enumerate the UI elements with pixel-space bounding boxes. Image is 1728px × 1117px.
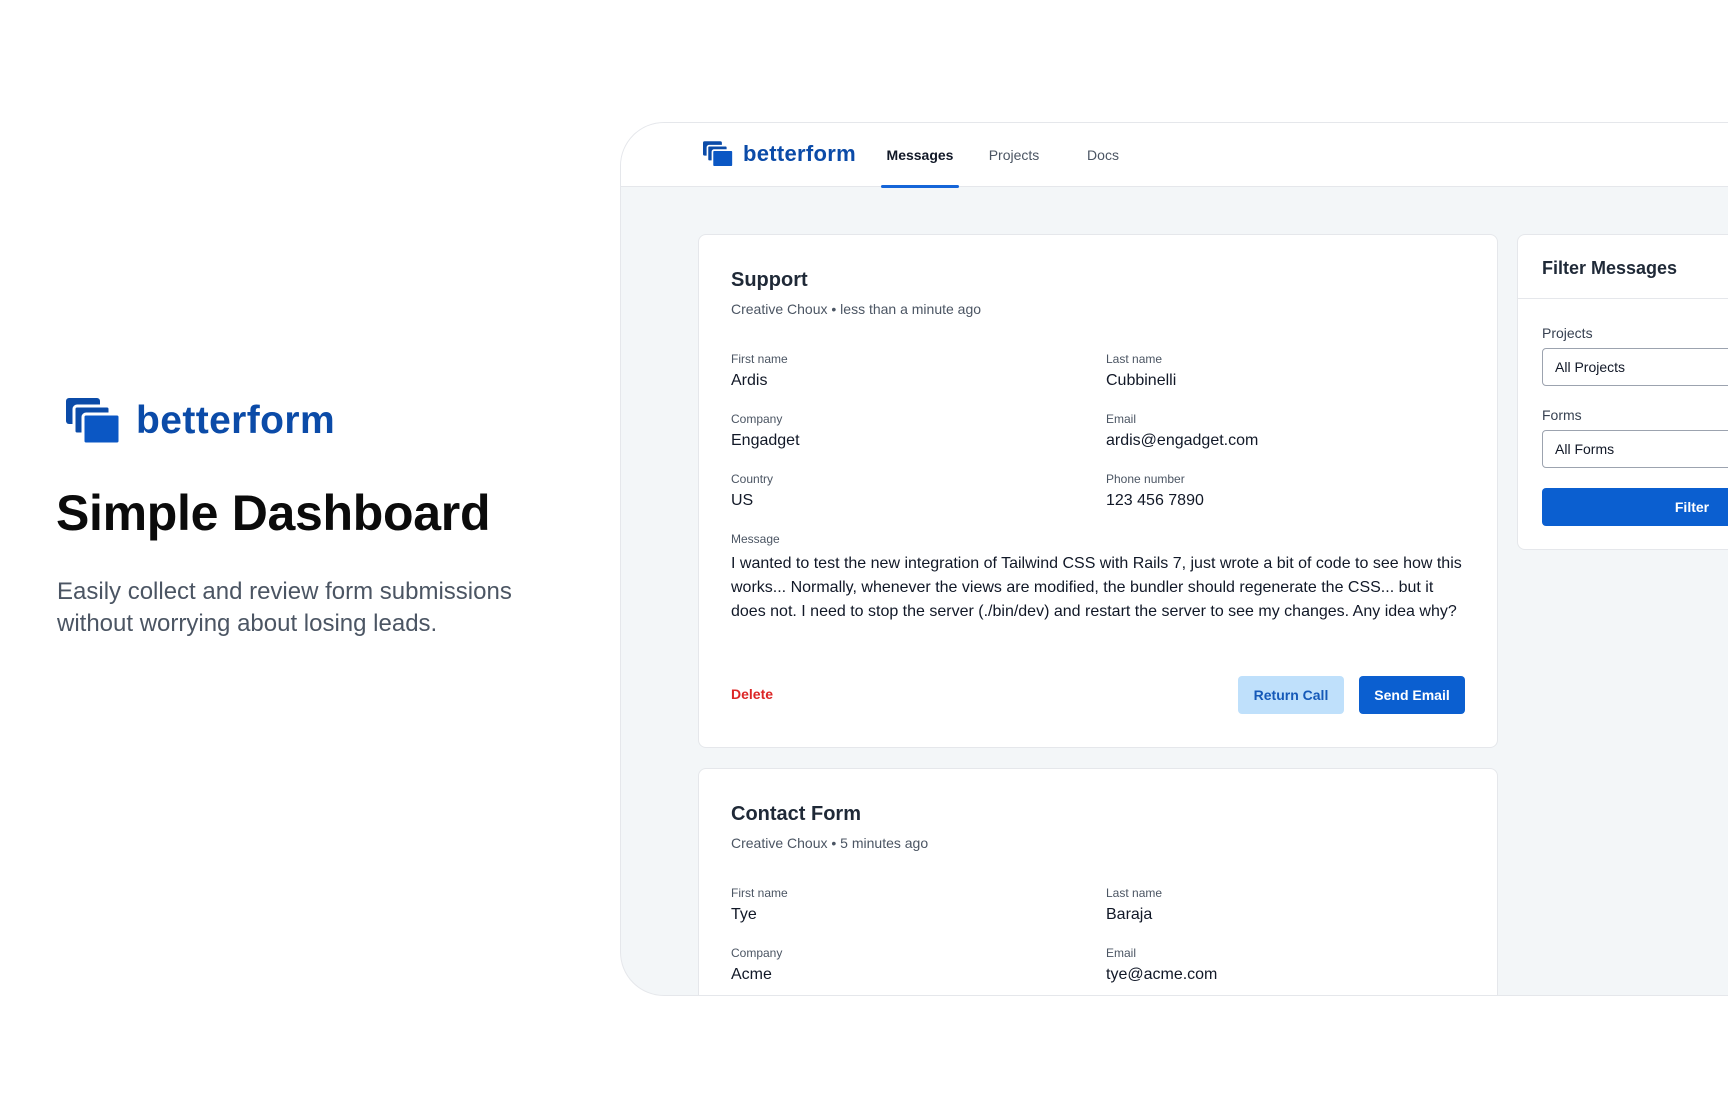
field-value: Cubbinelli	[1106, 372, 1177, 389]
message-meta: Creative Choux • less than a minute ago	[731, 301, 982, 317]
field-value: Tye	[731, 906, 757, 923]
forms-select-value: All Forms	[1555, 441, 1615, 457]
message-card: Contact Form Creative Choux • 5 minutes …	[698, 768, 1498, 995]
projects-select[interactable]: All Projects	[1542, 348, 1728, 386]
field-country: Country US	[731, 472, 773, 510]
projects-select-value: All Projects	[1555, 359, 1626, 375]
field-label: Email	[1106, 412, 1137, 426]
betterform-logo-icon	[66, 398, 120, 444]
projects-label: Projects	[1542, 325, 1593, 341]
message-meta: Creative Choux • 5 minutes ago	[731, 835, 929, 851]
filter-panel: Filter Messages Projects All Projects Fo…	[1517, 234, 1728, 550]
hero-logo: betterform	[66, 398, 335, 444]
field-label: Company	[731, 412, 783, 426]
field-label: First name	[731, 352, 788, 366]
filter-title: Filter Messages	[1518, 235, 1728, 299]
top-navigation: betterform Messages Projects Docs	[621, 123, 1728, 188]
field-label: Country	[731, 472, 774, 486]
forms-label: Forms	[1542, 407, 1582, 423]
field-email: Email tye@acme.com	[1106, 946, 1217, 984]
field-value: Engadget	[731, 432, 800, 449]
field-value: Baraja	[1106, 906, 1153, 923]
field-company: Company Engadget	[731, 412, 800, 450]
field-label: Message	[731, 532, 780, 546]
field-value: US	[731, 492, 754, 509]
message-title: Contact Form	[731, 803, 861, 825]
hero-title: Simple Dashboard	[56, 485, 491, 541]
tab-messages[interactable]: Messages	[881, 123, 959, 188]
field-label: First name	[731, 886, 788, 900]
message-card: Support Creative Choux • less than a min…	[698, 234, 1498, 748]
hero-brand-name: betterform	[136, 399, 336, 442]
betterform-logo-icon	[703, 141, 733, 167]
field-first-name: First name Ardis	[731, 352, 788, 390]
field-label: Phone number	[1106, 472, 1185, 486]
hero-subtitle: Easily collect and review form submissio…	[57, 578, 512, 637]
field-value: 123 456 7890	[1106, 492, 1204, 509]
field-phone-number: Phone number 123 456 7890	[1106, 472, 1204, 510]
field-value: tye@acme.com	[1106, 966, 1218, 983]
tab-docs[interactable]: Docs	[1083, 123, 1123, 187]
field-label: Last name	[1106, 352, 1163, 366]
nav-brand-name: betterform	[743, 141, 857, 166]
field-value: Ardis	[731, 372, 768, 389]
field-value: Acme	[731, 966, 772, 983]
tab-projects[interactable]: Projects	[986, 123, 1042, 187]
field-label: Email	[1106, 946, 1137, 960]
filter-button[interactable]: Filter	[1542, 488, 1728, 526]
field-value: ardis@engadget.com	[1106, 432, 1259, 449]
app-window: betterform Messages Projects Docs Suppor…	[620, 122, 1728, 996]
field-first-name: First name Tye	[731, 886, 788, 924]
message-body: I wanted to test the new integration of …	[731, 555, 1462, 620]
field-label: Company	[731, 946, 783, 960]
field-last-name: Last name Cubbinelli	[1106, 352, 1176, 390]
return-call-button[interactable]: Return Call	[1238, 676, 1344, 714]
field-email: Email ardis@engadget.com	[1106, 412, 1258, 450]
field-message: Message I wanted to test the new integra…	[731, 532, 1471, 624]
field-label: Last name	[1106, 886, 1163, 900]
field-company: Company Acme	[731, 946, 782, 984]
delete-button[interactable]: Delete	[731, 686, 773, 702]
message-title: Support	[731, 269, 808, 291]
forms-select[interactable]: All Forms	[1542, 430, 1728, 468]
send-email-button[interactable]: Send Email	[1359, 676, 1465, 714]
nav-logo[interactable]: betterform	[703, 141, 856, 167]
field-last-name: Last name Baraja	[1106, 886, 1162, 924]
